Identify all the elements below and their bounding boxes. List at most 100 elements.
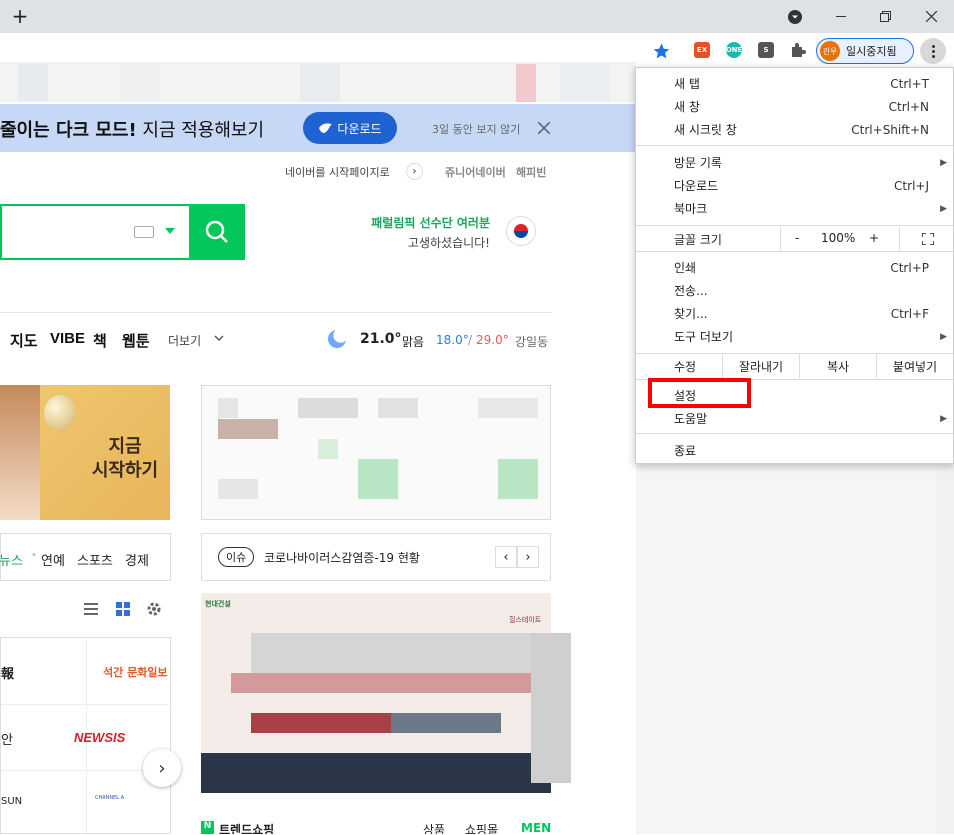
hillstate-ad[interactable]: 현대건설 힐스테이트 <box>201 593 571 793</box>
grid-view-icon[interactable] <box>116 602 130 616</box>
nav-book[interactable]: 책 <box>93 330 107 351</box>
menu-downloads[interactable]: 다운로드 Ctrl+J <box>636 174 953 197</box>
trend-tab-men[interactable]: MEN <box>521 821 551 834</box>
restore-button[interactable] <box>862 0 908 33</box>
extension-one-icon[interactable]: ONE <box>726 42 742 58</box>
extension-ex-icon[interactable]: EX <box>694 42 710 58</box>
tab-economy[interactable]: 경제 <box>125 550 149 569</box>
dismiss-3days-link[interactable]: 3일 동안 보지 않기 <box>432 121 520 137</box>
search-icon <box>205 220 228 243</box>
close-icon <box>925 11 937 22</box>
menu-bookmarks[interactable]: 북마크 ▶ <box>636 197 953 220</box>
keyboard-icon[interactable] <box>134 226 154 238</box>
trend-label: 트렌드쇼핑 <box>219 823 275 834</box>
nav-map[interactable]: 지도 <box>10 330 38 351</box>
divider <box>0 312 552 313</box>
menu-label: 다운로드 <box>674 179 719 193</box>
trend-tab-mall[interactable]: 쇼핑몰 <box>465 821 498 834</box>
puzzle-icon[interactable] <box>790 42 806 58</box>
next-button[interactable]: › <box>517 546 539 568</box>
junior-naver-link[interactable]: 쥬니어네이버 <box>445 164 506 180</box>
zoom-in-button[interactable]: + <box>869 231 879 245</box>
set-homepage-link[interactable]: 네이버를 시작페이지로 <box>285 164 390 180</box>
menu-cut[interactable]: 잘라내기 <box>722 354 799 378</box>
shortcut: Ctrl+F <box>890 306 929 321</box>
trend-tab-product[interactable]: 상품 <box>423 821 445 834</box>
submenu-arrow-icon: ▶ <box>940 413 947 424</box>
close-icon[interactable] <box>538 122 550 134</box>
trend-shopping-header[interactable]: N 트렌드쇼핑 상품 쇼핑몰 MEN <box>201 821 551 834</box>
bookmark-star-icon[interactable] <box>653 43 670 60</box>
press-logo[interactable]: 報 <box>1 663 14 682</box>
press-logo[interactable]: SUN <box>1 796 22 807</box>
menu-label: 전송... <box>674 284 708 298</box>
next-press-button[interactable]: › <box>143 749 181 787</box>
happybean-link[interactable]: 해피빈 <box>516 164 546 180</box>
menu-label: 종료 <box>674 444 697 458</box>
menu-cast[interactable]: 전송... <box>636 279 953 302</box>
blurred-top-strip <box>0 62 636 102</box>
nav-vibe[interactable]: VIBE <box>50 330 85 347</box>
issue-text[interactable]: 코로나바이러스감염증-19 현황 <box>264 549 420 566</box>
list-view-icon[interactable] <box>84 603 98 615</box>
new-tab-button[interactable]: + <box>8 4 32 28</box>
search-button[interactable] <box>189 204 245 260</box>
chevron-right-icon[interactable]: › <box>406 163 423 180</box>
restore-icon <box>879 11 891 22</box>
weather-condition: 맑음 <box>402 335 425 349</box>
flag-icon <box>506 216 536 246</box>
chevron-down-icon[interactable] <box>165 228 175 235</box>
press-logo[interactable]: 석간 문화일보 <box>103 664 168 680</box>
nav-more[interactable]: 더보기 <box>168 332 201 349</box>
scrollbar[interactable] <box>937 464 954 834</box>
prev-button[interactable]: ‹ <box>495 546 517 568</box>
ad-banner[interactable]: 지금 시작하기 <box>0 385 170 520</box>
minimize-button[interactable] <box>818 0 864 33</box>
fullscreen-button[interactable] <box>899 227 954 251</box>
menu-label: 찾기... <box>674 307 708 321</box>
menu-more-tools[interactable]: 도구 더보기 ▶ <box>636 325 953 348</box>
zoom-out-button[interactable]: - <box>795 231 799 245</box>
balloon-icon <box>44 395 76 431</box>
tab-news[interactable]: 뉴스 <box>0 550 23 569</box>
close-window-button[interactable] <box>908 0 954 33</box>
nav-webtoon[interactable]: 웹툰 <box>122 330 150 351</box>
menu-help[interactable]: 도움말 ▶ <box>636 407 953 430</box>
hillstate-brand: 현대건설 <box>205 600 231 608</box>
download-button[interactable]: 다운로드 <box>303 112 397 144</box>
weather-temp[interactable]: 21.0° <box>360 331 402 347</box>
banner-text-bold: 줄이는 다크 모드! <box>0 120 137 141</box>
page-right-background <box>636 464 937 834</box>
menu-paste[interactable]: 붙여넣기 <box>876 354 953 378</box>
menu-separator <box>636 225 953 226</box>
menu-separator <box>636 251 953 252</box>
press-logo[interactable]: NEWSIS <box>74 730 125 745</box>
press-logo[interactable]: 안 <box>1 729 13 748</box>
profile-button[interactable]: 관우 일시중지됨 <box>816 38 914 64</box>
blurred-content-box[interactable] <box>201 385 551 520</box>
menu-new-window[interactable]: 새 창 Ctrl+N <box>636 95 953 118</box>
menu-print[interactable]: 인쇄 Ctrl+P <box>636 256 953 279</box>
weather-sep: / <box>468 333 473 347</box>
menu-new-tab[interactable]: 새 탭 Ctrl+T <box>636 72 953 95</box>
press-logo[interactable]: CHANNEL A <box>95 795 124 801</box>
tab-sports[interactable]: 스포츠 <box>77 550 113 569</box>
search-input[interactable] <box>0 204 190 260</box>
menu-exit[interactable]: 종료 <box>636 439 953 462</box>
more-menu-button[interactable] <box>920 38 946 64</box>
paralympic-message[interactable]: 패럴림픽 선수단 여러분 고생하셨습니다! <box>330 214 490 251</box>
extension-s-icon[interactable]: S <box>758 42 774 58</box>
tab-entertainment[interactable]: 연예 <box>41 550 65 569</box>
menu-history[interactable]: 방문 기록 ▶ <box>636 151 953 174</box>
menu-label: 붙여넣기 <box>892 359 938 374</box>
tab-search-button[interactable] <box>772 0 818 33</box>
menu-copy[interactable]: 복사 <box>799 354 876 378</box>
menu-incognito[interactable]: 새 시크릿 창 Ctrl+Shift+N <box>636 118 953 141</box>
shortcut: Ctrl+N <box>888 99 929 114</box>
menu-label: 도움말 <box>674 412 708 426</box>
gear-icon[interactable] <box>146 601 162 617</box>
menu-find[interactable]: 찾기... Ctrl+F <box>636 302 953 325</box>
issue-bar[interactable]: 이슈 코로나바이러스감염증-19 현황 ‹ › <box>201 533 551 581</box>
zoom-level: 100% <box>821 231 856 245</box>
chevron-down-icon[interactable] <box>214 335 224 342</box>
